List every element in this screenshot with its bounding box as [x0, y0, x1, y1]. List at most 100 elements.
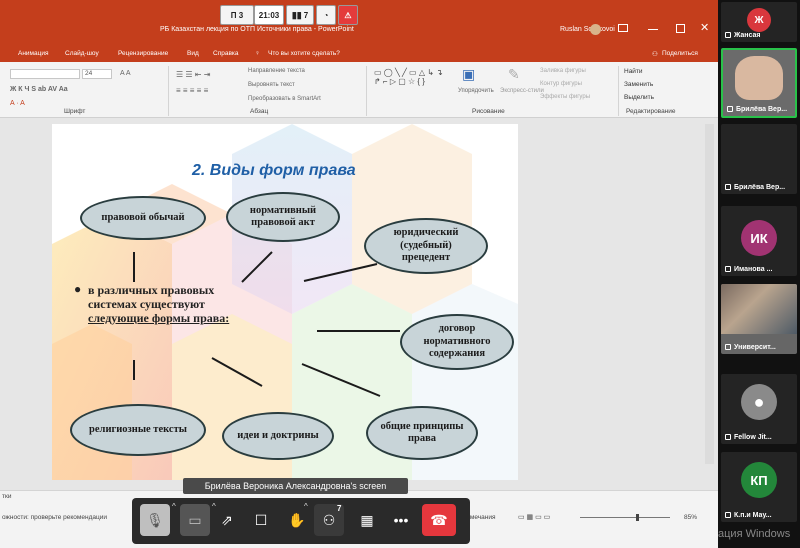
tell-me-search[interactable]: Что вы хотите сделать? [268, 50, 340, 57]
zoom-level[interactable]: 85% [684, 514, 697, 521]
more-icon: ••• [393, 512, 409, 528]
video-button[interactable]: ▭ [180, 504, 210, 536]
bullet-text: ● в различных правовых системах существу… [74, 282, 230, 325]
mic-icon [725, 184, 731, 191]
ppt-window-title: РБ Казахстан лекция по ОТП Источники пра… [160, 26, 354, 33]
ellipse-label: общие принципы права [380, 420, 464, 444]
mic-icon [727, 106, 733, 113]
vertical-scrollbar[interactable] [705, 124, 714, 464]
ellipse-label: юридический (судебный) прецедент [393, 227, 459, 264]
quick-styles-icon[interactable]: ✎ [508, 66, 520, 83]
person-icon: ● [753, 391, 765, 412]
mic-off-icon: 🎙 [146, 511, 164, 528]
smartart-button[interactable]: Преобразовать в SmartArt [248, 96, 321, 102]
participant-name: Брилёва Вер... [725, 184, 785, 191]
chevron-up-icon[interactable]: ^ [172, 502, 176, 511]
align-buttons[interactable]: ≡ ≡ ≡ ≡ ≡ [176, 86, 208, 95]
font-color-icon[interactable]: A · A [10, 100, 25, 107]
find-button[interactable]: Найти [624, 68, 643, 75]
view-buttons[interactable]: ▭ ▦ ▭ ▭ [518, 513, 550, 521]
shapes-gallery[interactable]: ▭ ◯ ╲ ╱ ▭ △ ↳ ↴ ↱ ⌐ ▷ ▢ ☆ { } [374, 68, 443, 86]
arrange-button[interactable]: Упорядочить [458, 88, 494, 94]
maximize-icon[interactable] [676, 24, 685, 33]
page-indicator[interactable]: П 3 [220, 5, 254, 25]
ribbon-tabs: Анимация Слайд-шоу Рецензирование Вид Сп… [0, 46, 718, 62]
network-gauge[interactable]: ◔ [316, 5, 336, 25]
share-icon: ⚇ [652, 51, 658, 58]
editing-group-label: Редактирование [626, 108, 676, 115]
ribbon: 24 A A Ж К Ч S ab AV Aa A · A Шрифт ☰ ☰ … [0, 62, 718, 118]
font-group-label: Шрифт [64, 108, 86, 115]
powerpoint-window: РБ Казахстан лекция по ОТП Источники пра… [0, 0, 718, 548]
font-format-buttons[interactable]: Ж К Ч S ab AV Aa [10, 86, 68, 93]
share-screen-button[interactable]: ⇗ [212, 504, 242, 536]
participants-indicator[interactable]: ▮▮ 7 [286, 5, 314, 25]
participant-name: Брилёва Вер... [727, 106, 787, 113]
participant-tile[interactable]: Университ... [721, 284, 797, 354]
shape-fill-button[interactable]: Заливка фигуры [540, 68, 586, 74]
quick-styles-button[interactable]: Экспресс-стили [500, 88, 544, 94]
zoom-slider[interactable] [580, 517, 670, 518]
ellipse-normative-act: нормативный правовой акт [226, 192, 340, 242]
chat-button[interactable]: ☐ [246, 504, 276, 536]
font-name-field[interactable] [10, 69, 80, 79]
lightbulb-icon: ♀ [255, 50, 260, 57]
shared-screen-label: Брилёва Вероника Александровна's screen [183, 478, 408, 494]
participant-tile-active[interactable]: Брилёва Вер... [721, 48, 797, 118]
chevron-up-icon[interactable]: ^ [304, 502, 308, 511]
close-icon[interactable]: ✕ [700, 21, 709, 34]
slide-info-text: тки [2, 493, 12, 500]
font-size-field[interactable]: 24 [82, 69, 112, 79]
participant-tile[interactable]: ИК Иманова ... [721, 206, 797, 276]
ellipse-label: договор нормативного содержания [423, 323, 491, 360]
grid-icon: ▦ [360, 511, 374, 528]
video-feed [735, 56, 783, 100]
share-screen-icon: ⇗ [221, 511, 233, 528]
mic-icon [725, 344, 731, 351]
text-direction-button[interactable]: Направление текста [248, 68, 305, 74]
ribbon-display-icon[interactable] [618, 24, 628, 32]
ellipse-label: идеи и доктрины [237, 429, 319, 441]
ppt-user-name: Ruslan Sorokovoi [560, 26, 615, 33]
tab-animation[interactable]: Анимация [18, 50, 49, 57]
replace-button[interactable]: Заменить [624, 81, 653, 88]
avatar: Ж [747, 8, 771, 32]
people-icon: ⚇ [322, 511, 336, 528]
apps-button[interactable]: ▦ [352, 504, 382, 536]
tab-help[interactable]: Справка [213, 50, 239, 57]
tab-view[interactable]: Вид [187, 50, 199, 57]
participant-tile[interactable]: ● Fellow Jit... [721, 374, 797, 444]
arrange-icon[interactable]: ▣ [462, 66, 475, 83]
minimize-icon[interactable] [648, 29, 658, 30]
align-text-button[interactable]: Выровнять текст [248, 82, 295, 88]
participant-tile[interactable]: КП К.п.и Мау... [721, 452, 797, 522]
tab-review[interactable]: Рецензирование [118, 50, 168, 57]
slide-title: 2. Виды форм права [192, 162, 356, 179]
alert-button[interactable]: ⚠ [338, 5, 358, 25]
ellipse-religious-texts: религиозные тексты [70, 404, 206, 456]
more-button[interactable]: ••• [386, 504, 416, 536]
chat-icon: ☐ [254, 511, 268, 528]
mic-icon [725, 266, 731, 273]
accessibility-text[interactable]: ожности: проверьте рекомендации [2, 514, 107, 521]
tab-slideshow[interactable]: Слайд-шоу [65, 50, 99, 57]
meeting-toolbar: 🎙 ^ ▭ ^ ⇗ ☐ ✋ ^ ⚇ 7 ▦ ••• ☎ [132, 498, 470, 544]
shape-effects-button[interactable]: Эффекты фигуры [540, 94, 590, 100]
bar-chart-icon: ▮▮ [291, 9, 302, 20]
leave-button[interactable]: ☎ [422, 504, 456, 536]
select-button[interactable]: Выделить [624, 94, 654, 101]
ellipse-label: нормативный правовой акт [249, 204, 317, 228]
font-grow-icon[interactable]: A A [120, 70, 131, 77]
share-button[interactable]: Поделиться [662, 50, 698, 57]
mic-icon [725, 512, 731, 519]
list-buttons[interactable]: ☰ ☰ ⇤ ⇥ [176, 70, 210, 79]
ellipse-contract: договор нормативного содержания [400, 314, 514, 370]
ellipse-label: религиозные тексты [89, 423, 187, 435]
participant-tile[interactable]: Ж Жансая [721, 2, 797, 42]
zoom-slider-thumb[interactable] [636, 514, 639, 521]
meeting-timer: 21:03 [254, 5, 284, 25]
shape-outline-button[interactable]: Контур фигуры [540, 81, 582, 87]
user-avatar-icon[interactable] [590, 24, 601, 35]
participant-tile[interactable]: Брилёва Вер... [721, 124, 797, 194]
mute-button[interactable]: 🎙 [140, 504, 170, 536]
